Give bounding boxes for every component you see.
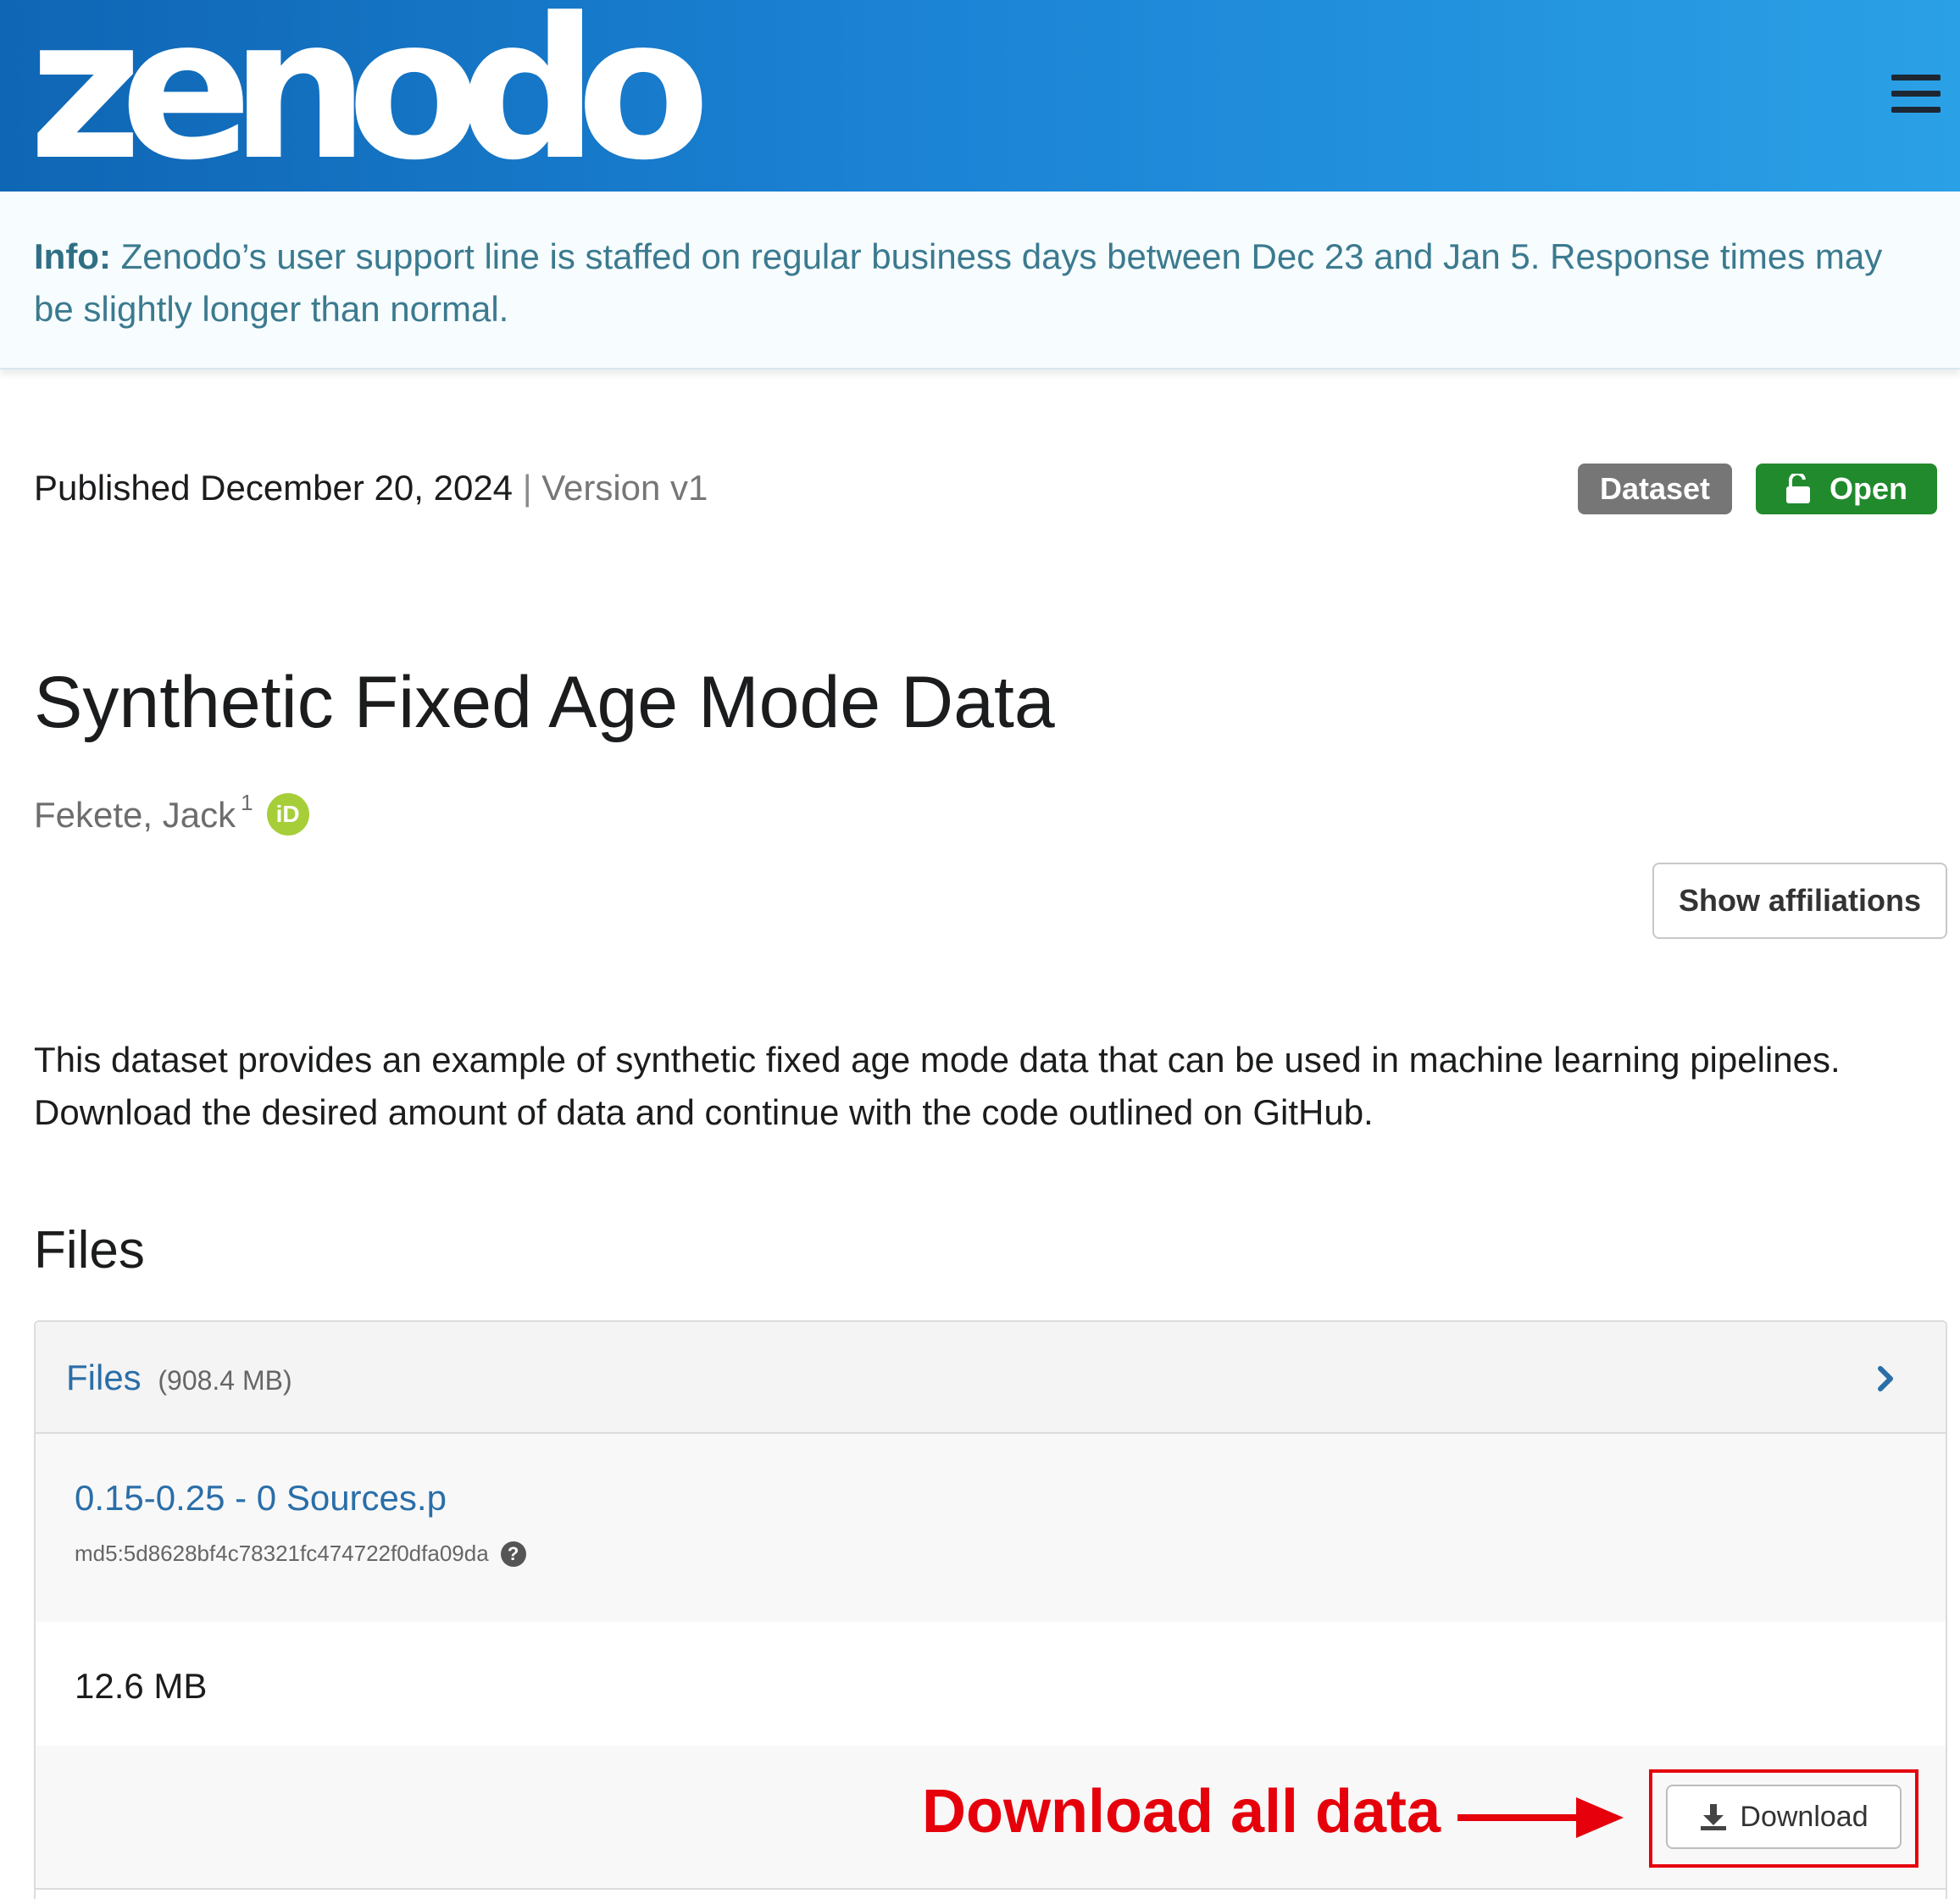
file-size-row: 12.6 MB bbox=[36, 1622, 1946, 1746]
download-icon bbox=[1701, 1804, 1727, 1830]
annotation-text: Download all data bbox=[922, 1778, 1441, 1846]
files-accordion-header[interactable]: Files (908.4 MB) bbox=[36, 1322, 1946, 1434]
file-size: 12.6 MB bbox=[75, 1666, 208, 1706]
separator: | bbox=[522, 468, 532, 508]
author-line: Fekete, Jack 1 iD bbox=[34, 790, 309, 836]
hamburger-menu-icon[interactable] bbox=[1891, 75, 1941, 114]
files-total-size: (908.4 MB) bbox=[158, 1365, 292, 1396]
download-label: Download bbox=[1740, 1800, 1868, 1833]
file-name-link[interactable]: 0.15-0.25 - 0 Sources.p bbox=[75, 1478, 447, 1519]
red-arrow-icon bbox=[1458, 1797, 1624, 1838]
version-label: Version v1 bbox=[541, 468, 708, 508]
author-name[interactable]: Fekete, Jack bbox=[34, 795, 236, 836]
info-message: Zenodo’s user support line is staffed on… bbox=[34, 236, 1883, 329]
file-row: 0.15-0.25 - 0 Sources.p md5:5d8628bf4c78… bbox=[36, 1434, 1946, 1622]
show-affiliations-button[interactable]: Show affiliations bbox=[1652, 863, 1947, 939]
files-heading: Files bbox=[34, 1221, 145, 1280]
affiliation-ref: 1 bbox=[241, 790, 253, 815]
info-label: Info: bbox=[34, 236, 111, 276]
site-header: zenodo bbox=[0, 0, 1960, 192]
zenodo-logo[interactable]: zenodo bbox=[29, 0, 710, 188]
download-button[interactable]: Download bbox=[1666, 1785, 1902, 1849]
open-badge-label: Open bbox=[1829, 471, 1907, 506]
md5-value: md5:5d8628bf4c78321fc474722f0dfa09da bbox=[75, 1541, 489, 1566]
open-access-badge[interactable]: Open bbox=[1756, 464, 1937, 514]
chevron-right-icon[interactable] bbox=[1876, 1364, 1896, 1393]
record-description: This dataset provides an example of synt… bbox=[34, 1040, 1841, 1132]
file-checksum: md5:5d8628bf4c78321fc474722f0dfa09da ? bbox=[75, 1541, 526, 1567]
orcid-icon[interactable]: iD bbox=[266, 793, 309, 836]
dataset-badge[interactable]: Dataset bbox=[1578, 464, 1732, 514]
question-circle-icon[interactable]: ? bbox=[500, 1541, 526, 1567]
record-title: Synthetic Fixed Age Mode Data bbox=[34, 662, 1055, 743]
files-panel-label: Files bbox=[66, 1358, 142, 1397]
publication-info: Published December 20, 2024 | Version v1 bbox=[34, 468, 708, 508]
published-date: Published December 20, 2024 bbox=[34, 468, 514, 508]
info-banner: Info: Zenodo’s user support line is staf… bbox=[0, 192, 1960, 369]
files-panel-label-wrap: Files (908.4 MB) bbox=[66, 1358, 292, 1398]
unlock-icon bbox=[1785, 474, 1810, 503]
